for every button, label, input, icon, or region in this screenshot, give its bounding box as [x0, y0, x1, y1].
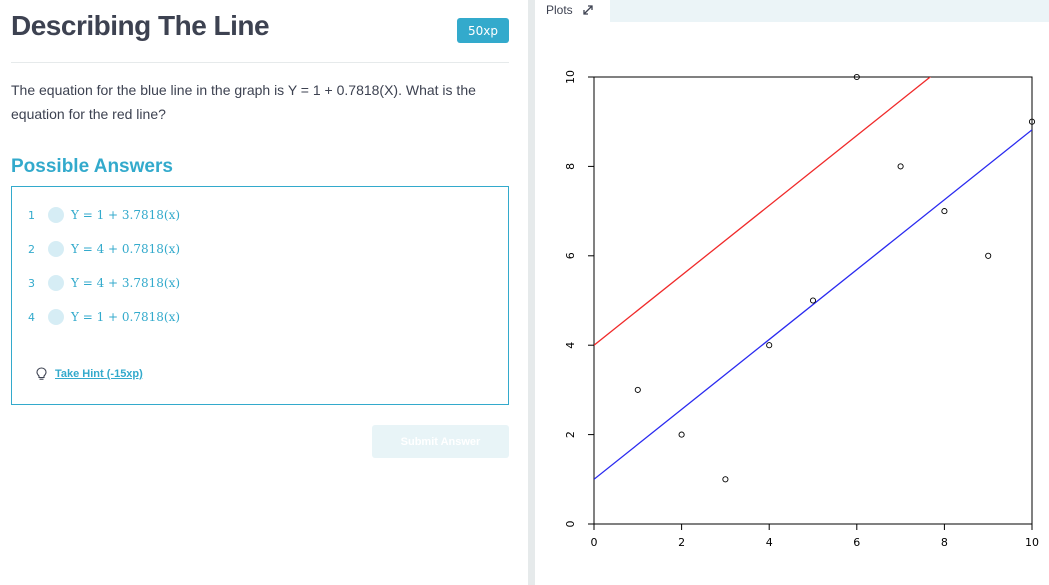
data-point	[766, 342, 773, 349]
scatter-plot: 0 2 4 6 8 10 0 2 4 6 8 10	[564, 70, 1039, 549]
answer-number: 4	[28, 310, 35, 324]
data-point	[678, 431, 685, 438]
regression-line	[594, 129, 1032, 480]
y-tick-label: 8	[564, 163, 577, 170]
submit-answer-button[interactable]: Submit Answer	[372, 425, 509, 458]
regression-line	[594, 77, 932, 346]
plots-tab-label: Plots	[546, 3, 573, 17]
data-point	[941, 208, 948, 215]
answer-number: 2	[28, 242, 35, 256]
y-tick-label: 0	[564, 521, 577, 528]
y-tick-label: 6	[564, 252, 577, 259]
tab-plots[interactable]: Plots	[535, 0, 610, 20]
data-point	[722, 476, 729, 483]
answer-radio[interactable]	[48, 241, 64, 257]
title-divider	[11, 62, 509, 63]
answer-option-1[interactable]: 1 Y = 1 + 3.7818(x)	[28, 206, 180, 224]
x-tick-label: 10	[1025, 536, 1039, 549]
pane-divider[interactable]	[528, 0, 535, 585]
question-text: The equation for the blue line in the gr…	[11, 82, 476, 122]
answer-label: Y = 4 + 3.7818(x)	[71, 276, 181, 290]
answer-label: Y = 1 + 3.7818(x)	[71, 208, 181, 222]
lightbulb-icon	[36, 367, 47, 380]
x-tick-label: 2	[678, 536, 685, 549]
answers-box: 1 Y = 1 + 3.7818(x) 2 Y = 4 + 0.7818(x) …	[11, 186, 509, 405]
y-tick-label: 2	[564, 431, 577, 438]
exercise-title: Describing The Line	[11, 10, 270, 41]
answer-label: Y = 1 + 0.7818(x)	[71, 310, 181, 324]
data-point	[897, 163, 904, 170]
xp-badge: 50xp	[457, 18, 509, 43]
exercise-pane: Describing The Line 50xp The equation fo…	[0, 0, 528, 585]
answer-option-2[interactable]: 2 Y = 4 + 0.7818(x)	[28, 240, 180, 258]
answer-option-3[interactable]: 3 Y = 4 + 3.7818(x)	[28, 274, 180, 292]
answers-heading: Possible Answers	[11, 156, 173, 177]
data-point	[634, 386, 641, 393]
answer-option-4[interactable]: 4 Y = 1 + 0.7818(x)	[28, 308, 180, 326]
answer-radio[interactable]	[48, 207, 64, 223]
x-tick-label: 4	[766, 536, 773, 549]
answer-number: 1	[28, 208, 35, 222]
plot-frame	[593, 76, 1033, 525]
x-tick-label: 8	[941, 536, 948, 549]
x-tick-label: 0	[591, 536, 598, 549]
answer-number: 3	[28, 276, 35, 290]
data-point	[985, 252, 992, 259]
y-tick-label: 4	[564, 342, 577, 349]
hint-label: Take Hint (-15xp)	[55, 368, 143, 380]
data-point	[809, 297, 817, 304]
answer-radio[interactable]	[48, 309, 64, 325]
take-hint-link[interactable]: Take Hint (-15xp)	[36, 367, 143, 381]
plots-tab-bar	[610, 0, 1049, 22]
expand-arrow-icon[interactable]	[582, 4, 594, 16]
answer-label: Y = 4 + 0.7818(x)	[71, 242, 181, 256]
x-tick-label: 6	[853, 536, 860, 549]
y-tick-label: 10	[564, 70, 577, 84]
plot-area: 0 2 4 6 8 10 0 2 4 6 8 10	[535, 22, 1049, 585]
answer-radio[interactable]	[48, 275, 64, 291]
